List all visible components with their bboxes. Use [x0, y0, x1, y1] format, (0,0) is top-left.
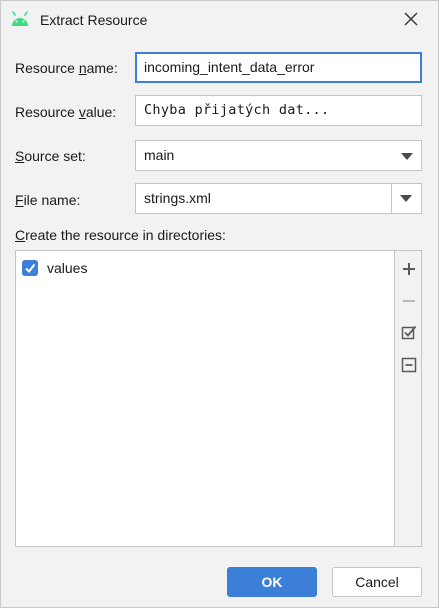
file-name-value: strings.xml [144, 190, 211, 206]
file-name-label: File name: [15, 192, 81, 208]
title-bar: Extract Resource [1, 1, 438, 39]
cancel-button[interactable]: Cancel [332, 567, 422, 597]
resource-name-label: Resource name: [15, 60, 118, 76]
directories-toolbar [395, 250, 422, 547]
minus-icon[interactable] [400, 292, 417, 309]
collapse-icon[interactable] [400, 356, 417, 373]
plus-icon[interactable] [400, 260, 417, 277]
list-item-label: values [47, 260, 88, 276]
directories-list: values [15, 250, 395, 547]
values-checkbox[interactable] [22, 260, 38, 276]
resource-value-label: Resource value: [15, 104, 117, 120]
android-icon [10, 11, 30, 27]
source-set-dropdown[interactable]: main [135, 140, 422, 171]
source-set-value: main [144, 147, 175, 163]
resource-name-input[interactable]: incoming_intent_data_error [135, 52, 422, 83]
dialog-title: Extract Resource [40, 12, 148, 28]
close-button[interactable] [397, 6, 425, 34]
list-item[interactable]: values [22, 258, 87, 278]
directories-label: Create the resource in directories: [15, 227, 226, 243]
file-name-dropdown-button[interactable] [392, 184, 421, 213]
check-all-icon[interactable] [400, 323, 417, 340]
checkmark-icon [25, 263, 36, 274]
extract-resource-dialog: Extract Resource Resource name: incoming… [0, 0, 439, 608]
close-icon [404, 12, 418, 29]
ok-button[interactable]: OK [227, 567, 317, 597]
source-set-label: Source set: [15, 148, 86, 164]
chevron-down-icon [400, 195, 412, 202]
file-name-combobox[interactable]: strings.xml [135, 183, 422, 214]
chevron-down-icon [401, 153, 413, 160]
resource-value-input[interactable]: Chyba přijatých dat... [135, 95, 422, 126]
